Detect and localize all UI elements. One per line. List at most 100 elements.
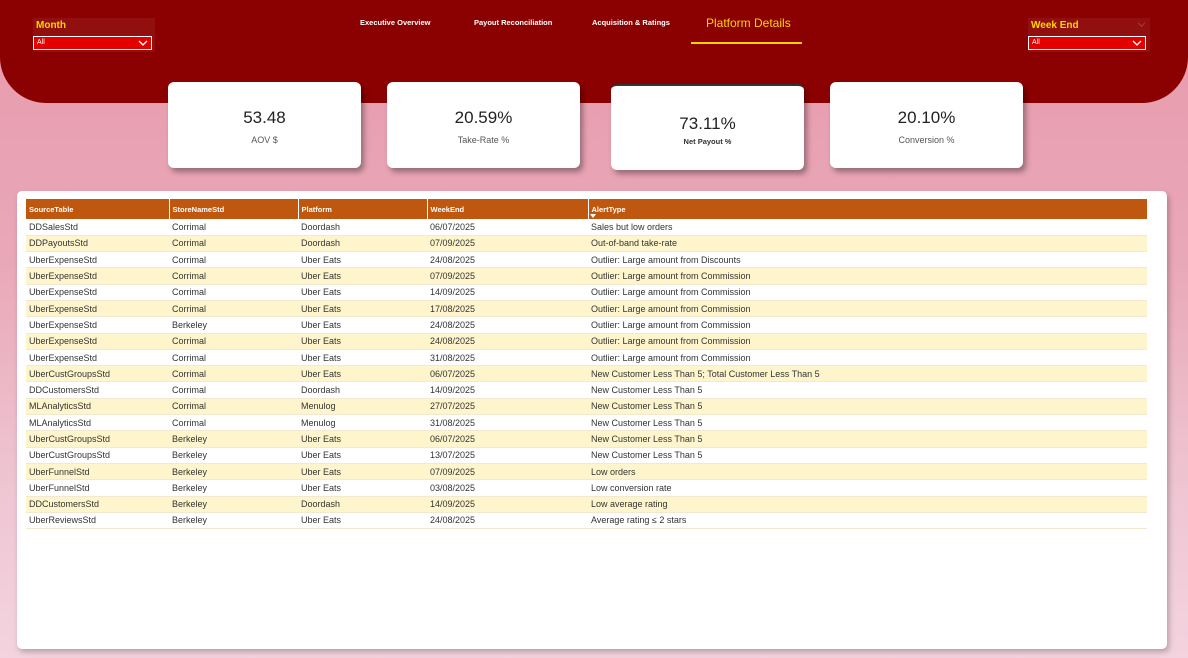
sort-descending-icon (589, 214, 596, 218)
table-row[interactable]: UberCustGroupsStd Corrimal Uber Eats 06/07/… (26, 365, 1147, 383)
table-row[interactable]: UberExpenseStd Corrimal Uber Eats 31/08/202… (26, 349, 1147, 367)
cell-storenamestd: Corrimal (169, 251, 298, 269)
table-row[interactable]: DDCustomersStd Corrimal Doordash 14/09/2025… (26, 381, 1147, 399)
cell-storenamestd: Berkeley (169, 447, 298, 464)
table-row[interactable]: DDSalesStd Corrimal Doordash 06/07/2025 Sale… (26, 219, 1147, 236)
cell-weekend: 24/08/2025 (427, 251, 588, 269)
cell-weekend: 07/09/2025 (427, 463, 588, 481)
table-row[interactable]: DDPayoutsStd Corrimal Doordash 07/09/2025 Ou… (26, 235, 1147, 253)
cell-sourcetable: MLAnalyticsStd (26, 398, 169, 416)
month-select[interactable]: All (33, 36, 152, 50)
cell-alerttype: Outlier: Large amount from Commission (588, 300, 1147, 318)
cell-weekend: 14/09/2025 (427, 284, 588, 301)
cell-sourcetable: DDCustomersStd (26, 496, 169, 513)
cell-weekend: 14/09/2025 (427, 381, 588, 399)
cell-storenamestd: Berkeley (169, 463, 298, 481)
cell-platform: Uber Eats (298, 316, 427, 334)
cell-platform: Uber Eats (298, 251, 427, 269)
column-header-platform[interactable]: Platform (297, 199, 427, 219)
cell-weekend: 24/08/2025 (427, 512, 588, 530)
cell-weekend: 07/09/2025 (427, 235, 588, 253)
cell-alerttype: Low conversion rate (588, 479, 1147, 497)
cell-weekend: 24/08/2025 (427, 333, 588, 350)
cell-platform: Menulog (298, 414, 427, 432)
table-row[interactable]: UberExpenseStd Corrimal Uber Eats 14/09/202… (26, 284, 1147, 301)
table-row[interactable]: UberExpenseStd Corrimal Uber Eats 24/08/202… (26, 251, 1147, 269)
cell-alerttype: New Customer Less Than 5 (588, 381, 1147, 399)
cell-platform: Uber Eats (298, 349, 427, 367)
kpi-label: Take-Rate % (457, 135, 510, 145)
cell-weekend: 31/08/2025 (427, 349, 588, 367)
table-row[interactable]: UberExpenseStd Berkeley Uber Eats 24/08/202… (26, 316, 1147, 334)
table-row[interactable]: UberExpenseStd Corrimal Uber Eats 07/09/202… (26, 267, 1147, 285)
tab-executive-overview[interactable]: Executive Overview (360, 18, 430, 27)
cell-weekend: 06/07/2025 (427, 219, 588, 236)
table-row[interactable]: UberExpenseStd Corrimal Uber Eats 17/08/202… (26, 300, 1147, 318)
cell-alerttype: New Customer Less Than 5 (588, 430, 1147, 448)
cell-weekend: 03/08/2025 (427, 479, 588, 497)
column-header-weekend[interactable]: WeekEnd (426, 199, 588, 219)
cell-platform: Doordash (298, 219, 427, 236)
week-end-filter-label: Week End (1031, 20, 1079, 31)
cell-sourcetable: UberExpenseStd (26, 349, 169, 367)
week-end-filter: Week End All (1028, 18, 1150, 52)
tab-acquisition-ratings[interactable]: Acquisition & Ratings (592, 18, 670, 27)
cell-sourcetable: DDSalesStd (26, 219, 169, 236)
cell-weekend: 14/09/2025 (427, 496, 588, 513)
table-row[interactable]: DDCustomersStd Berkeley Doordash 14/09/2025… (26, 496, 1147, 513)
table-row[interactable]: UberFunnelStd Berkeley Uber Eats 03/08/2025… (26, 479, 1147, 497)
alerts-table: SourceTable StoreNameStd Platform WeekEn… (26, 199, 1147, 530)
column-header-sourcetable[interactable]: SourceTable (26, 199, 169, 219)
cell-weekend: 17/08/2025 (427, 300, 588, 318)
table-row[interactable]: UberCustGroupsStd Berkeley Uber Eats 13/07/… (26, 447, 1147, 464)
cell-alerttype: Sales but low orders (588, 219, 1147, 236)
cell-platform: Uber Eats (298, 512, 427, 530)
cell-storenamestd: Corrimal (169, 300, 298, 318)
cell-storenamestd: Corrimal (169, 333, 298, 350)
column-header-storenamestd[interactable]: StoreNameStd (168, 199, 298, 219)
cell-platform: Uber Eats (298, 284, 427, 301)
cell-sourcetable: UberFunnelStd (26, 463, 169, 481)
cell-sourcetable: UberFunnelStd (26, 479, 169, 497)
cell-platform: Doordash (298, 235, 427, 253)
kpi-label: Net Payout % (683, 137, 732, 146)
week-end-select-value: All (1032, 39, 1040, 46)
cell-platform: Uber Eats (298, 300, 427, 318)
cell-storenamestd: Berkeley (169, 316, 298, 334)
cell-platform: Uber Eats (298, 447, 427, 464)
cell-alerttype: Outlier: Large amount from Commission (588, 333, 1147, 350)
chevron-down-icon (138, 40, 148, 46)
cell-storenamestd: Corrimal (169, 267, 298, 285)
cell-platform: Uber Eats (298, 267, 427, 285)
cell-storenamestd: Corrimal (169, 284, 298, 301)
cell-sourcetable: DDCustomersStd (26, 381, 169, 399)
cell-storenamestd: Berkeley (169, 496, 298, 513)
kpi-card-aov: 53.48 AOV $ (168, 82, 361, 168)
chevron-down-icon (1132, 40, 1142, 46)
table-row[interactable]: MLAnalyticsStd Corrimal Menulog 31/08/2025 N… (26, 414, 1147, 432)
cell-platform: Uber Eats (298, 479, 427, 497)
column-header-alerttype[interactable]: AlertType (587, 199, 1147, 219)
cell-alerttype: New Customer Less Than 5 (588, 414, 1147, 432)
week-end-select[interactable]: All (1028, 36, 1146, 50)
table-row[interactable]: MLAnalyticsStd Corrimal Menulog 27/07/2025 N… (26, 398, 1147, 416)
cell-weekend: 31/08/2025 (427, 414, 588, 432)
table-row[interactable]: UberCustGroupsStd Berkeley Uber Eats 06/07/… (26, 430, 1147, 448)
chevron-down-icon[interactable] (1137, 20, 1146, 29)
cell-platform: Doordash (298, 381, 427, 399)
cell-alerttype: Outlier: Large amount from Commission (588, 284, 1147, 301)
tab-platform-details[interactable]: Platform Details (706, 16, 791, 30)
cell-sourcetable: UberCustGroupsStd (26, 365, 169, 383)
cell-sourcetable: UberExpenseStd (26, 300, 169, 318)
cell-weekend: 07/09/2025 (427, 267, 588, 285)
table-row[interactable]: UberExpenseStd Corrimal Uber Eats 24/08/202… (26, 333, 1147, 350)
table-row[interactable]: UberReviewsStd Berkeley Uber Eats 24/08/202… (26, 512, 1147, 530)
cell-sourcetable: DDPayoutsStd (26, 235, 169, 253)
cell-sourcetable: UberExpenseStd (26, 316, 169, 334)
tab-payout-reconciliation[interactable]: Payout Reconciliation (474, 18, 552, 27)
cell-weekend: 13/07/2025 (427, 447, 588, 464)
table-row[interactable]: UberFunnelStd Berkeley Uber Eats 07/09/2025… (26, 463, 1147, 481)
cell-storenamestd: Corrimal (169, 365, 298, 383)
cell-alerttype: Outlier: Large amount from Commission (588, 316, 1147, 334)
cell-sourcetable: UberReviewsStd (26, 512, 169, 530)
